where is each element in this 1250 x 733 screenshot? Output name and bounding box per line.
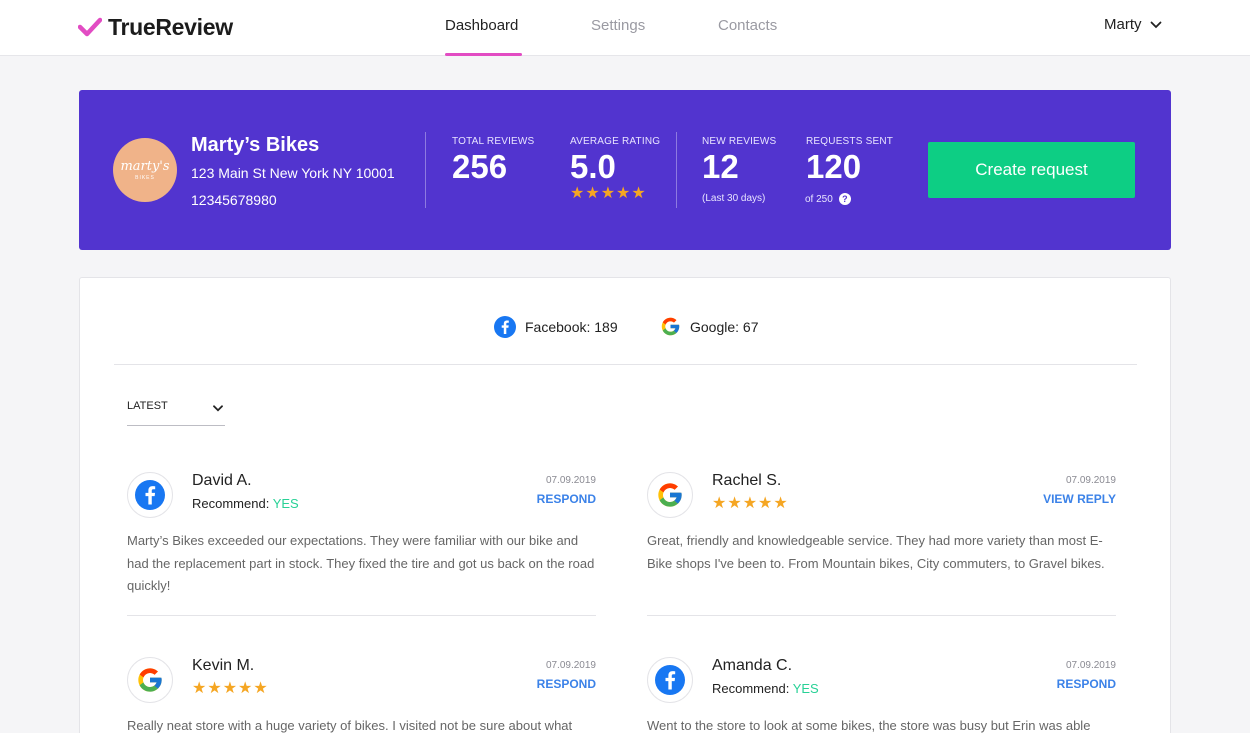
review-source-badge xyxy=(127,657,173,703)
review-stars: ★★★★★ xyxy=(712,493,789,513)
requests-sent-limit-text: of 250 xyxy=(805,194,833,205)
google-count-label: Google: 67 xyxy=(690,319,759,335)
tab-contacts[interactable]: Contacts xyxy=(718,17,777,34)
review-date: 07.09.2019 xyxy=(1066,660,1116,671)
reviews-card: Facebook: 189 Google: 67 LATEST David A.… xyxy=(79,277,1171,733)
review-divider xyxy=(127,615,596,616)
google-source-count[interactable]: Google: 67 xyxy=(660,316,759,337)
review-source-badge xyxy=(647,472,693,518)
sort-selected-label: LATEST xyxy=(127,400,168,412)
recommend-value: YES xyxy=(273,496,299,511)
review-source-badge xyxy=(127,472,173,518)
business-name: Marty’s Bikes xyxy=(191,134,319,157)
facebook-icon xyxy=(135,480,165,510)
banner-divider xyxy=(425,132,426,208)
respond-link[interactable]: RESPOND xyxy=(537,677,596,691)
new-reviews-period: (Last 30 days) xyxy=(702,193,765,204)
checkmark-logo-icon xyxy=(78,17,102,37)
new-reviews-value: 12 xyxy=(702,148,739,186)
review-stars: ★★★★★ xyxy=(192,678,269,698)
review-text: Went to the store to look at some bikes,… xyxy=(647,715,1117,733)
avatar-logo-subtext: BIKES xyxy=(135,175,155,181)
business-address: 123 Main St New York NY 10001 xyxy=(191,165,395,181)
active-tab-indicator xyxy=(445,53,522,56)
recommendation: Recommend: YES xyxy=(192,496,299,511)
review-text: Really neat store with a huge variety of… xyxy=(127,715,597,733)
facebook-source-count[interactable]: Facebook: 189 xyxy=(494,316,618,338)
new-reviews-period-text: (Last 30 days) xyxy=(702,193,765,204)
create-request-button[interactable]: Create request xyxy=(928,142,1135,198)
business-avatar: marty's BIKES xyxy=(113,138,177,202)
requests-sent-value: 120 xyxy=(806,148,861,186)
google-icon xyxy=(656,481,684,509)
review-divider xyxy=(647,615,1116,616)
review-date: 07.09.2019 xyxy=(1066,475,1116,486)
review-source-badge xyxy=(647,657,693,703)
average-rating-stars: ★★★★★ xyxy=(570,183,647,203)
new-reviews-label: NEW REVIEWS xyxy=(702,136,776,147)
google-icon xyxy=(660,316,681,337)
total-reviews-label: TOTAL REVIEWS xyxy=(452,136,534,147)
respond-link[interactable]: RESPOND xyxy=(1057,677,1116,691)
review-text: Marty’s Bikes exceeded our expectations.… xyxy=(127,530,597,598)
user-menu[interactable]: Marty xyxy=(1104,16,1162,33)
reviewer-name: Kevin M. xyxy=(192,657,254,675)
sort-dropdown[interactable]: LATEST xyxy=(127,400,225,426)
reviewer-name: David A. xyxy=(192,472,252,490)
tab-dashboard[interactable]: Dashboard xyxy=(445,17,518,34)
review-text: Great, friendly and knowledgeable servic… xyxy=(647,530,1117,575)
banner-divider xyxy=(676,132,677,208)
app-logo[interactable]: TrueReview xyxy=(78,12,233,42)
section-divider xyxy=(114,364,1137,365)
business-summary-banner: marty's BIKES Marty’s Bikes 123 Main St … xyxy=(79,90,1171,250)
avatar-logo-text: marty's xyxy=(120,160,169,173)
recommend-value: YES xyxy=(793,681,819,696)
facebook-icon xyxy=(655,665,685,695)
user-name: Marty xyxy=(1104,16,1142,33)
chevron-down-icon xyxy=(213,405,223,412)
facebook-count-label: Facebook: 189 xyxy=(525,319,618,335)
requests-sent-limit: of 250 ? xyxy=(805,193,851,205)
google-icon xyxy=(136,666,164,694)
average-rating-value: 5.0 xyxy=(570,148,616,186)
reviewer-name: Amanda C. xyxy=(712,657,792,675)
reviewer-name: Rachel S. xyxy=(712,472,781,490)
chevron-down-icon xyxy=(1150,21,1162,29)
total-reviews-value: 256 xyxy=(452,148,507,186)
facebook-icon xyxy=(494,316,516,338)
review-date: 07.09.2019 xyxy=(546,475,596,486)
recommend-label: Recommend: xyxy=(712,681,789,696)
requests-sent-label: REQUESTS SENT xyxy=(806,136,893,147)
help-icon[interactable]: ? xyxy=(839,193,851,205)
top-navigation-bar: TrueReview Dashboard Settings Contacts M… xyxy=(0,0,1250,56)
view-reply-link[interactable]: VIEW REPLY xyxy=(1043,492,1116,506)
business-phone: 12345678980 xyxy=(191,192,277,208)
average-rating-label: AVERAGE RATING xyxy=(570,136,660,147)
review-date: 07.09.2019 xyxy=(546,660,596,671)
app-name: TrueReview xyxy=(108,14,233,41)
recommend-label: Recommend: xyxy=(192,496,269,511)
tab-settings[interactable]: Settings xyxy=(591,17,645,34)
respond-link[interactable]: RESPOND xyxy=(537,492,596,506)
recommendation: Recommend: YES xyxy=(712,681,819,696)
